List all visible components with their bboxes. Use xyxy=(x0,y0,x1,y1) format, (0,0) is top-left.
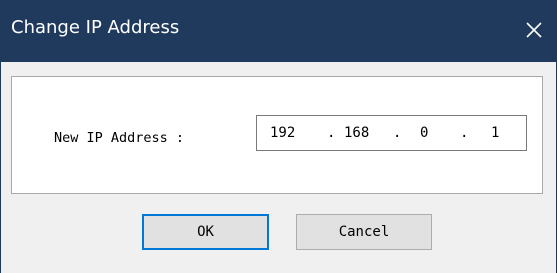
ip-octet-1[interactable]: 192 xyxy=(270,124,295,142)
ip-octet-3[interactable]: 0 xyxy=(420,124,428,142)
ip-group-box: New IP Address : 192 . 168 . 0 . 1 xyxy=(11,76,543,194)
ip-address-input[interactable]: 192 . 168 . 0 . 1 xyxy=(256,115,527,151)
ip-dot-1: . xyxy=(327,125,336,141)
title-bar[interactable]: Change IP Address xyxy=(1,0,556,62)
close-button[interactable] xyxy=(518,14,550,46)
ip-dot-2: . xyxy=(393,125,402,141)
ip-dot-3: . xyxy=(460,125,469,141)
ip-octet-4[interactable]: 1 xyxy=(491,124,499,142)
ip-octet-2[interactable]: 168 xyxy=(344,124,369,142)
dialog-title: Change IP Address xyxy=(11,17,180,38)
close-icon xyxy=(526,22,542,38)
new-ip-address-label: New IP Address : xyxy=(54,130,185,146)
ok-button[interactable]: OK xyxy=(142,214,269,250)
cancel-button[interactable]: Cancel xyxy=(296,214,432,250)
change-ip-dialog: Change IP Address New IP Address : 192 .… xyxy=(0,0,557,273)
